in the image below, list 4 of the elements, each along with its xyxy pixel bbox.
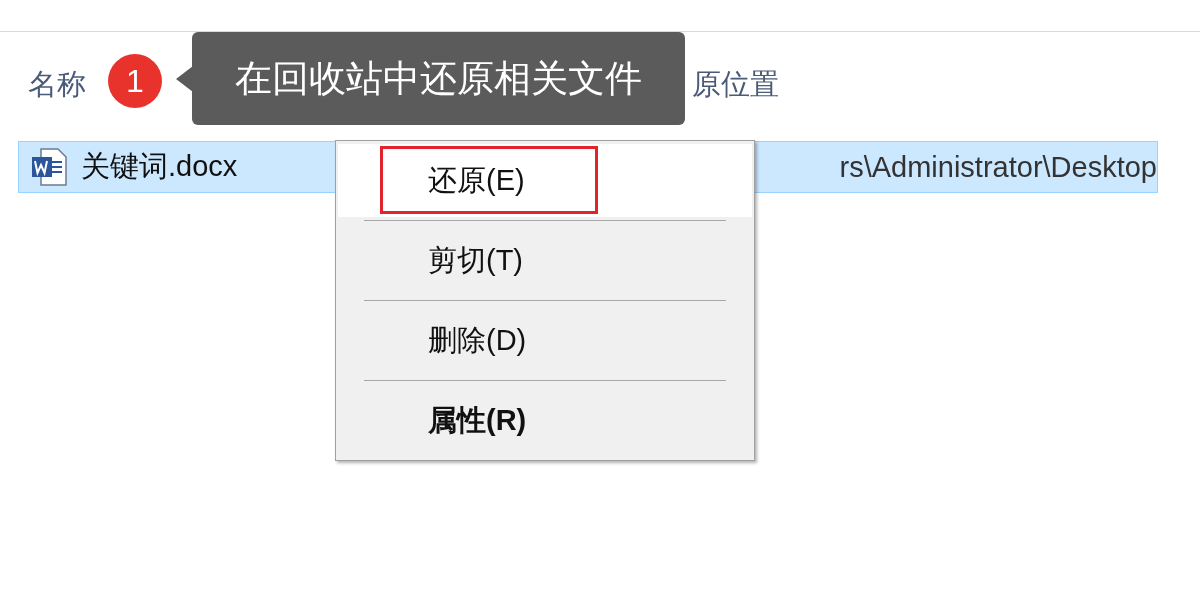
callout-tooltip: 在回收站中还原相关文件 — [192, 32, 685, 125]
original-location: rs\Administrator\Desktop — [839, 150, 1157, 184]
step-badge: 1 — [108, 54, 162, 108]
file-name: 关键词.docx — [81, 149, 238, 184]
